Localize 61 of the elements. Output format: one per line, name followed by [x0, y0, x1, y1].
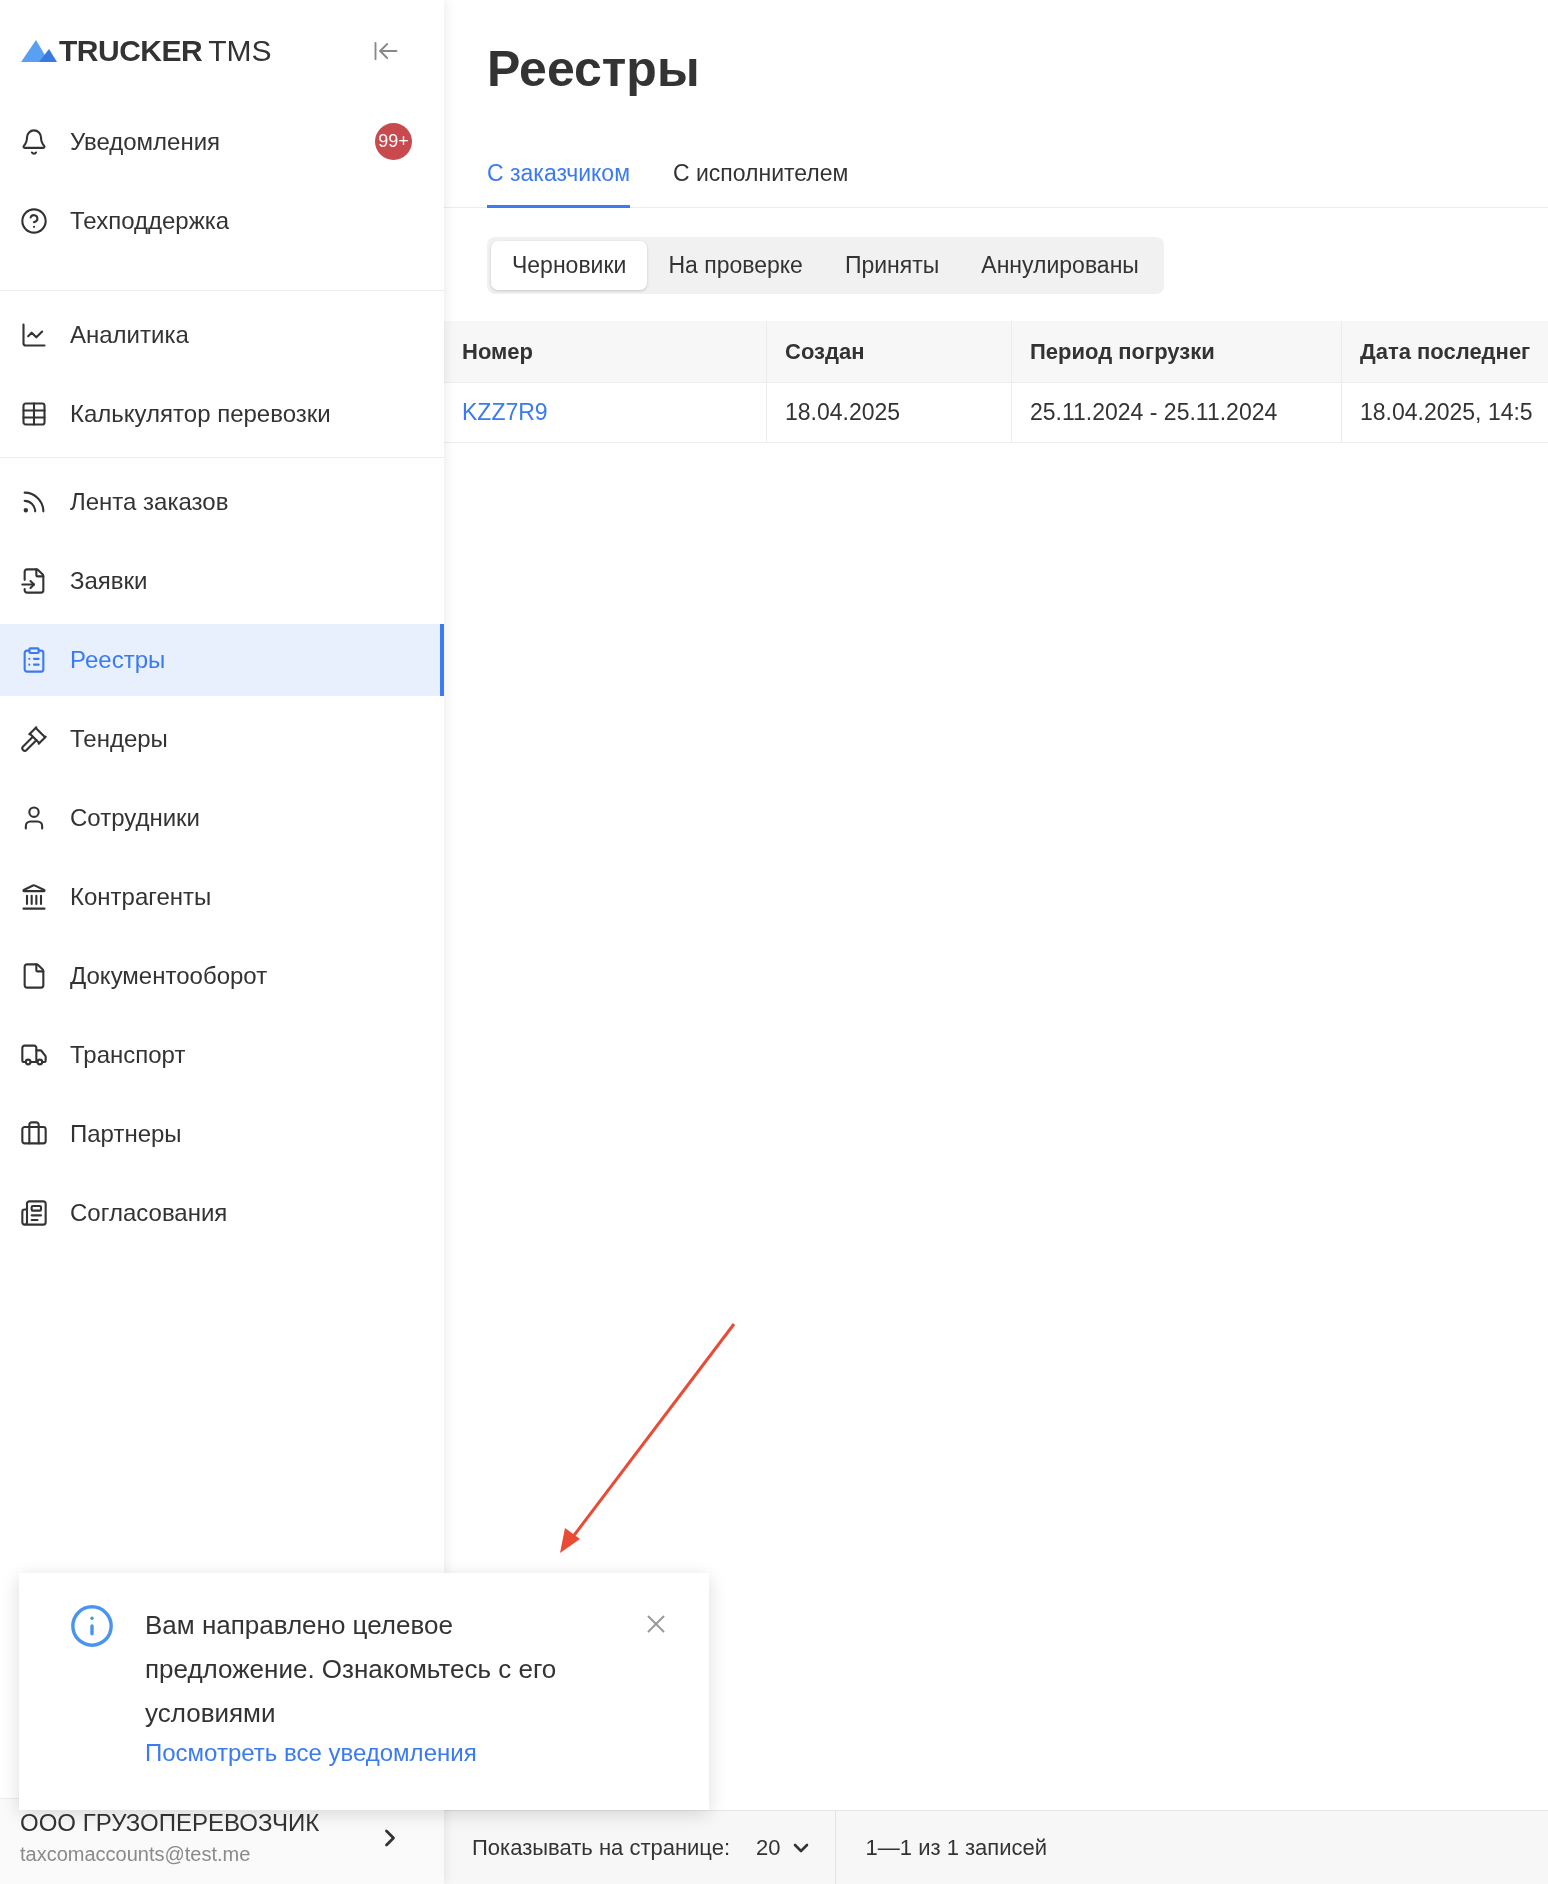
sidebar-item[interactable]: Лента заказов [0, 465, 444, 538]
logo-icon [21, 40, 57, 62]
column-header: Создан [767, 321, 1012, 383]
logo-name: TRUCKER [59, 34, 203, 68]
sidebar-item[interactable]: Калькулятор перевозки [0, 377, 444, 450]
all-notifications-link[interactable]: Посмотреть все уведомления [145, 1739, 611, 1767]
page-title: Реестры [487, 40, 701, 98]
page-size-select[interactable]: 20 [756, 1834, 813, 1861]
sidebar-item-label: Техподдержка [70, 206, 230, 235]
sidebar-item[interactable]: Заявки [0, 544, 444, 617]
account-email: taxcomaccounts@test.me [20, 1843, 252, 1866]
table-cell: 18.04.2025, 14:5 [1342, 383, 1548, 443]
sidebar-item-label: Калькулятор перевозки [70, 399, 331, 428]
sidebar-item[interactable]: Аналитика [0, 298, 444, 371]
column-header: Дата последнег [1342, 321, 1548, 383]
records-range: 1—1 из 1 записей [834, 1811, 1048, 1884]
sidebar-item[interactable]: Документооборот [0, 939, 444, 1012]
notification-message: Вам направлено целевое предложение. Ознакомьтесь с его условиями [145, 1609, 558, 1730]
status-segment[interactable]: Аннулированы [960, 241, 1160, 290]
sidebar-item-label: Заявки [70, 566, 148, 595]
sidebar-item-label: Контрагенты [70, 882, 212, 911]
sidebar-item[interactable]: Согласования [0, 1176, 444, 1249]
sidebar-item-label: Уведомления [70, 127, 221, 156]
help-icon [20, 206, 48, 235]
sidebar-item-label: Согласования [70, 1198, 228, 1227]
sidebar-item[interactable]: Уведомления 99+ [0, 105, 444, 178]
sidebar-item[interactable]: Сотрудники [0, 781, 444, 854]
sidebar-item-label: Реестры [70, 645, 166, 674]
table-icon [20, 399, 48, 428]
columns-building-icon [20, 882, 48, 911]
line-chart-icon [20, 320, 48, 349]
notification-count-badge: 99+ [375, 123, 412, 160]
logo-suffix: TMS [208, 34, 272, 68]
table-cell: 25.11.2024 - 25.11.2024 [1012, 383, 1342, 443]
info-icon [69, 1603, 115, 1649]
status-segment[interactable]: На проверке [647, 241, 824, 290]
sidebar-item[interactable]: Тендеры [0, 702, 444, 775]
status-segment[interactable]: Черновики [491, 241, 648, 290]
sidebar-item-label: Тендеры [70, 724, 168, 753]
sidebar-item[interactable]: Техподдержка [0, 184, 444, 257]
tab[interactable]: С заказчиком [487, 160, 630, 208]
sidebar-item[interactable]: Контрагенты [0, 860, 444, 933]
sidebar-item-label: Документооборот [70, 961, 268, 990]
sidebar-item-label: Партнеры [70, 1119, 182, 1148]
table-cell: 18.04.2025 [767, 383, 1012, 443]
sidebar-item[interactable]: Транспорт [0, 1018, 444, 1091]
registry-number-link[interactable]: KZZ7R9 [462, 399, 548, 426]
sidebar-item-label: Лента заказов [70, 487, 229, 516]
sidebar-item-label: Транспорт [70, 1040, 186, 1069]
sidebar-item-label: Сотрудники [70, 803, 200, 832]
column-header: Номер [444, 321, 767, 383]
tab[interactable]: С исполнителем [673, 160, 849, 208]
gavel-icon [20, 724, 48, 753]
column-header: Период погрузки [1012, 321, 1342, 383]
bell-icon [20, 127, 48, 156]
page-size-label: Показывать на странице: [472, 1834, 731, 1861]
status-segment[interactable]: Приняты [823, 241, 961, 290]
sidebar-item[interactable]: Партнеры [0, 1097, 444, 1170]
newspaper-icon [20, 1198, 48, 1227]
company-name: ООО ГРУЗОПЕРЕВОЗЧИК [20, 1809, 320, 1837]
sidebar-item-label: Аналитика [70, 320, 189, 349]
